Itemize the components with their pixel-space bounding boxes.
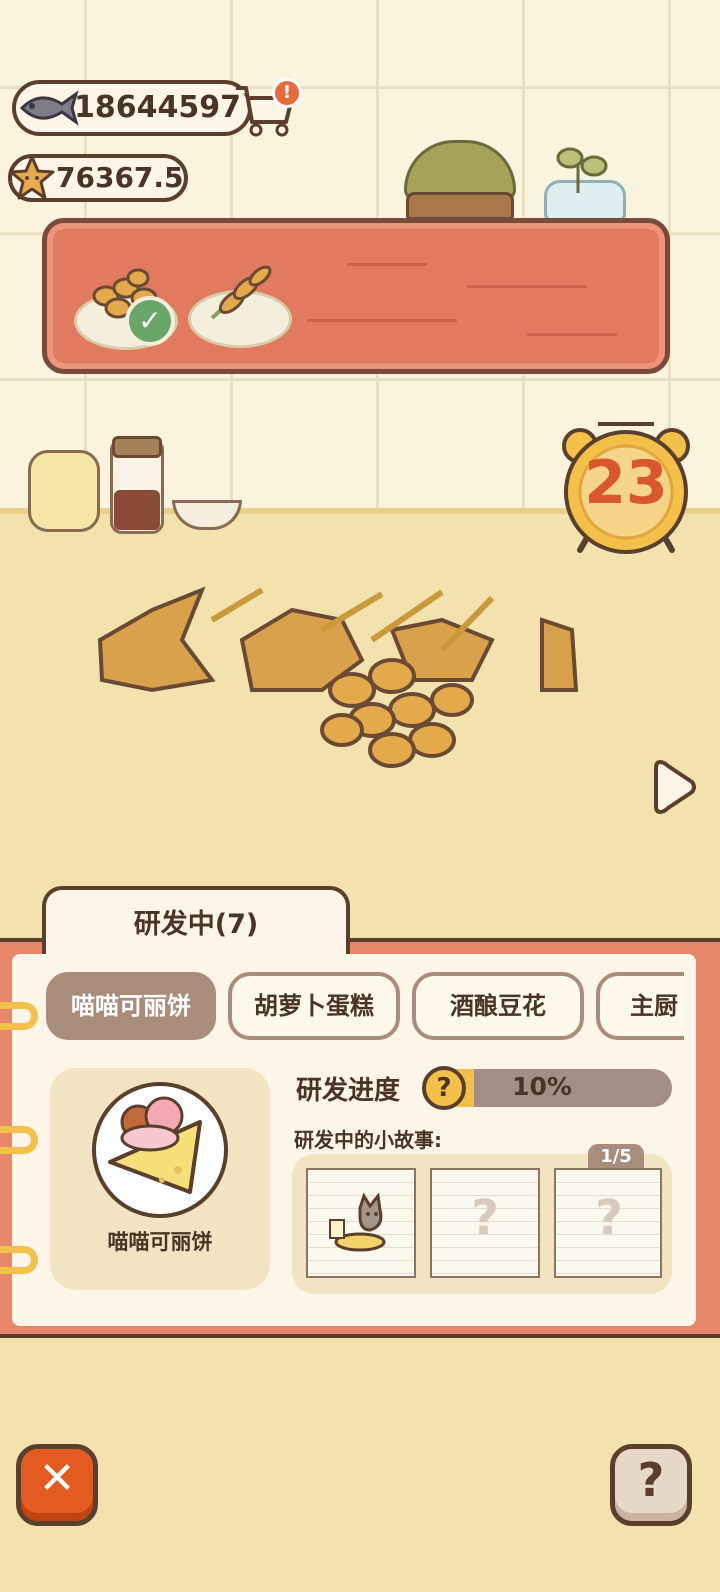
wood-grain [347,263,427,266]
grain-dish-icon [210,265,272,320]
close-icon: ✕ [38,1453,76,1504]
spice-bowl [172,500,242,530]
vase-leaves-icon [556,147,608,193]
herb-jar [28,450,100,532]
recipe-chip[interactable]: 喵喵可丽饼 [46,972,216,1040]
next-arrow-icon[interactable] [652,756,698,818]
locked-question-icon: ? [595,1190,623,1246]
wood-grain [307,319,457,322]
dish-preview-icon [97,586,579,768]
recipe-chip[interactable]: 主厨 [596,972,684,1040]
timer-value: 23 [584,448,668,518]
fish-currency[interactable]: 18644597 [12,80,252,136]
progress-value: 10% [512,1072,572,1101]
recipe-chip[interactable]: 酒酿豆花 [412,972,584,1040]
wood-grain [467,285,587,288]
tab-researching-label: 研发中(7) [133,909,259,940]
check-icon: ✓ [125,296,175,346]
recipe-tabs: 喵喵可丽饼 胡萝卜蛋糕 酒酿豆花 主厨 [12,962,684,1052]
fish-icon [19,90,79,126]
binder-ring [0,1126,38,1154]
star-currency: 76367.5 [8,154,188,202]
star-icon [9,155,55,200]
recipe-name: 喵喵可丽饼 [107,1230,213,1254]
story-page-indicator: 1/5 [588,1144,644,1170]
plant-pot [406,192,514,220]
binder-ring [0,1246,38,1274]
sauce-fill [114,490,160,530]
close-button[interactable]: ✕ [16,1444,98,1526]
shop-alert-badge: ! [272,78,302,108]
crepe-icon [108,1096,202,1194]
help-icon: ? [637,1453,665,1507]
help-button[interactable]: ? [610,1444,692,1526]
wood-grain [527,333,617,336]
cat-chef-icon [329,1192,386,1252]
story-label: 研发中的小故事: [294,1128,442,1152]
locked-question-icon: ? [471,1190,499,1246]
recipe-chip[interactable]: 胡萝卜蛋糕 [228,972,400,1040]
progress-label: 研发进度 [296,1076,401,1106]
jar-lid [112,436,162,458]
